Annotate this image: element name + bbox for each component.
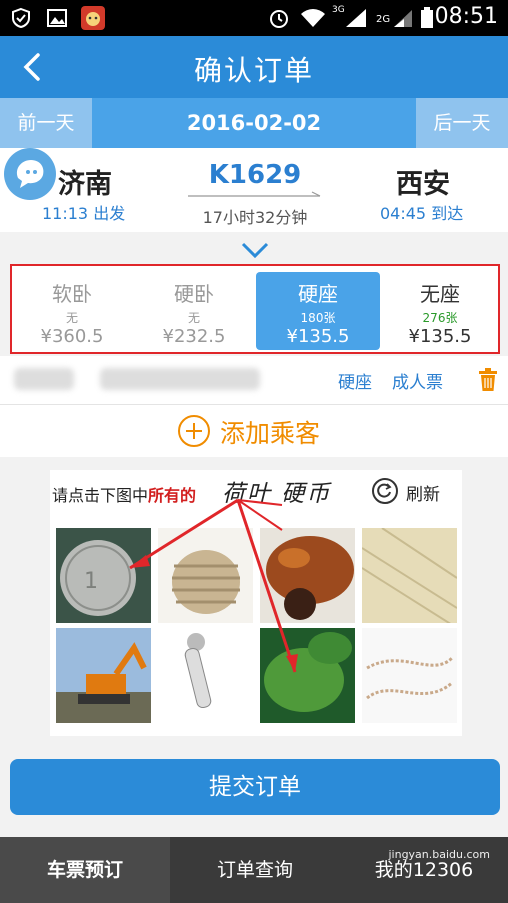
add-passenger-label: 添加乘客 [220, 419, 321, 448]
date-bar: 前一天 2016-02-02 后一天 [0, 98, 508, 148]
tab-my-12306[interactable]: 我的12306 [340, 837, 508, 903]
battery-icon [421, 7, 433, 28]
travel-date: 2016-02-02 [186, 111, 322, 135]
image-icon [47, 9, 67, 27]
seat-price: ¥135.5 [408, 326, 472, 347]
captcha-panel: 请点击下图中所有的 荷叶 硬币 刷新 1 [50, 470, 462, 736]
bottom-tab-bar: 车票预订 订单查询 我的12306 [0, 837, 508, 903]
seat-availability: 无 [187, 311, 200, 325]
seat-name: 硬座 [298, 282, 338, 306]
travel-duration: 17小时32分钟 [202, 208, 308, 227]
add-circle-icon [178, 415, 210, 447]
tab-order-query[interactable]: 订单查询 [170, 837, 340, 903]
prev-day-button[interactable]: 前一天 [0, 98, 92, 148]
seat-selector: 软卧 无 ¥360.5 硬卧 无 ¥232.5 硬座 180张 ¥135.5 无… [10, 264, 500, 354]
signal-icon [346, 9, 366, 27]
to-city: 西安 [396, 169, 450, 200]
status-bar: 3G 2G 08:51 [0, 0, 508, 36]
seat-option-hard-seat[interactable]: 硬座 180张 ¥135.5 [256, 272, 380, 350]
seat-availability: 180张 [300, 311, 336, 325]
app-notification-icon [81, 6, 105, 30]
add-passenger-button[interactable]: 添加乘客 [0, 405, 508, 457]
seat-price: ¥232.5 [162, 326, 226, 347]
signal-3g-label: 3G [332, 5, 345, 15]
shield-icon [12, 7, 30, 29]
arrive-time: 04:45 到达 [380, 204, 464, 223]
watermark: jingyan.baidu.com [388, 848, 490, 861]
next-day-button[interactable]: 后一天 [416, 98, 508, 148]
passenger-id-redacted [100, 368, 260, 390]
seat-availability: 无 [65, 311, 78, 325]
seat-name: 软卧 [52, 282, 92, 306]
trash-icon[interactable] [478, 368, 498, 392]
wifi-icon [301, 9, 325, 27]
tab-ticket-booking[interactable]: 车票预订 [0, 837, 170, 903]
status-time: 08:51 [434, 4, 498, 29]
page-title: 确认订单 [193, 54, 314, 87]
annotation-arrows [129, 498, 298, 673]
seat-option-no-seat[interactable]: 无座 276张 ¥135.5 [378, 272, 502, 350]
seat-name: 无座 [420, 282, 460, 306]
route-arrow-icon [188, 191, 321, 197]
chat-bubble-icon[interactable] [4, 148, 56, 200]
seat-name: 硬卧 [174, 282, 214, 306]
seat-price: ¥135.5 [286, 326, 350, 347]
train-info-card: 济南 11:13 出发 K1629 17小时32分钟 西安 04:45 到达 [0, 148, 508, 232]
alarm-icon [270, 10, 288, 28]
seat-option-hard-sleeper[interactable]: 硬卧 无 ¥232.5 [132, 272, 256, 350]
depart-time: 11:13 出发 [42, 204, 126, 223]
expand-chevron-icon[interactable] [240, 240, 270, 260]
app-header: 确认订单 [0, 36, 508, 98]
from-city: 济南 [58, 169, 112, 200]
passenger-ticket-type[interactable]: 成人票 [392, 368, 443, 393]
seat-option-soft-sleeper[interactable]: 软卧 无 ¥360.5 [10, 272, 134, 350]
passenger-seat-type[interactable]: 硬座 [338, 368, 372, 393]
seat-price: ¥360.5 [40, 326, 104, 347]
submit-order-button[interactable]: 提交订单 [10, 759, 500, 815]
passenger-name-redacted [14, 368, 74, 390]
signal-2g-label: 2G [376, 14, 391, 25]
passenger-row[interactable]: 硬座 成人票 [0, 356, 508, 405]
signal-2g-icon [394, 10, 412, 27]
train-number[interactable]: K1629 [180, 160, 330, 190]
seat-availability: 276张 [422, 311, 458, 325]
